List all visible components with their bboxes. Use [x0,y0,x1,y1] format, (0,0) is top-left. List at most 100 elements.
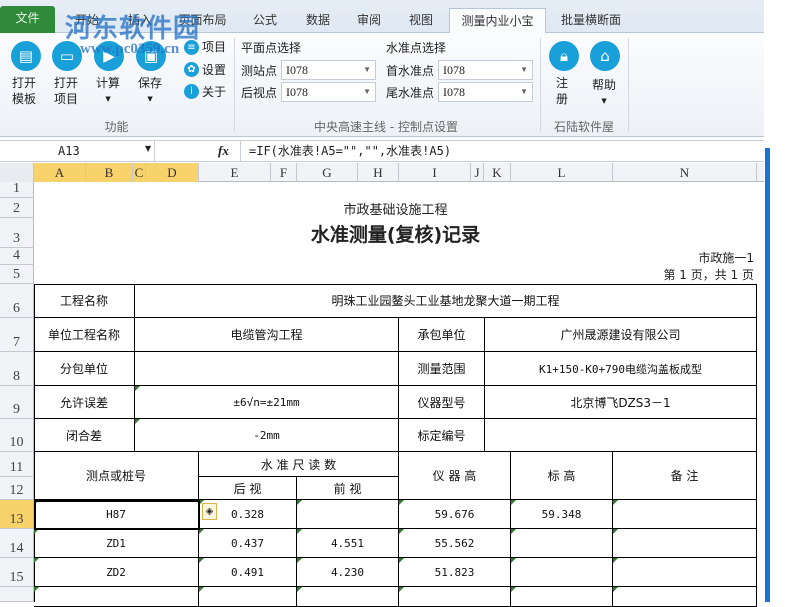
cell-remark[interactable] [613,500,757,529]
calibration-no-cell[interactable] [485,419,757,452]
closure-error-cell[interactable]: -2mm [135,419,399,452]
backsight-select[interactable]: I078 ▼ [281,82,376,102]
station-select[interactable]: I078 ▼ [281,60,376,80]
subcontractor-label[interactable]: 分包单位 [34,352,135,386]
instrument-model-cell[interactable]: 北京博飞DZS3－1 [485,386,757,419]
cell-elevation[interactable] [511,529,613,558]
column-header[interactable]: H [358,163,399,182]
cell-point[interactable]: ZD2 [34,558,199,587]
scrollbar[interactable] [765,148,770,602]
row-header[interactable]: 12 [0,477,34,500]
fx-button[interactable]: fx [218,143,229,159]
row-header[interactable]: 1 [0,181,34,198]
contractor-cell[interactable]: 广州晟源建设有限公司 [485,318,757,352]
cell-backsight[interactable]: 0.491 [199,558,297,587]
header-foresight[interactable]: 前 视 [297,477,399,500]
cell-foresight[interactable]: 4.230 [297,558,399,587]
unit-project-cell[interactable]: 电缆管沟工程 [135,318,399,352]
cell-remark[interactable] [613,529,757,558]
row-header[interactable]: 3 [0,218,34,248]
column-header[interactable]: A [34,163,86,182]
select-all-button[interactable] [0,163,34,182]
subcontractor-cell[interactable] [135,352,399,386]
project-name-cell[interactable]: 明珠工业园鳌头工业基地龙聚大道一期工程 [135,284,757,318]
settings-button[interactable]: 设置 [202,62,226,78]
cell-elevation[interactable]: 59.348 [511,500,613,529]
warning-icon[interactable]: ◈ [202,503,217,520]
row-header[interactable]: 5 [0,265,34,284]
cell[interactable] [199,587,297,607]
column-header[interactable]: I [399,163,471,182]
open-project-button[interactable]: 打开 项目 [54,75,78,107]
header-instrument-height[interactable]: 仪 器 高 [399,452,511,500]
column-header[interactable]: E [199,163,271,182]
column-header[interactable]: B [86,163,133,182]
row-header[interactable]: 9 [0,386,34,419]
header-elevation[interactable]: 标 高 [511,452,613,500]
column-header[interactable]: K [484,163,511,182]
chevron-down-icon[interactable]: ▼ [145,144,151,153]
column-header[interactable]: L [511,163,613,182]
cell-foresight[interactable] [297,500,399,529]
unit-project-label[interactable]: 单位工程名称 [34,318,135,352]
survey-range-label[interactable]: 测量范围 [399,352,485,386]
row-header[interactable]: 2 [0,198,34,218]
row-header[interactable]: 15 [0,558,34,587]
open-template-button[interactable]: 打开 模板 [12,75,36,107]
cell-remark[interactable] [613,558,757,587]
row-header[interactable]: 8 [0,352,34,386]
column-header[interactable]: F [271,163,297,182]
tab-formulas[interactable]: 公式 [240,8,290,33]
cell-point[interactable]: ZD1 [34,529,199,558]
contractor-label[interactable]: 承包单位 [399,318,485,352]
tab-survey-tool[interactable]: 测量内业小宝 [449,8,546,34]
column-header[interactable]: C [133,163,146,182]
tolerance-cell[interactable]: ±6√n=±21mm [135,386,399,419]
cell-elevation[interactable] [511,558,613,587]
row-header[interactable]: 7 [0,318,34,352]
calc-button[interactable]: 计算 ▼ [96,75,120,107]
row-header[interactable]: 13 [0,500,34,529]
row-header[interactable]: 6 [0,284,34,318]
cell[interactable] [399,587,511,607]
register-button[interactable]: 注册 [556,75,568,107]
header-staff-reading[interactable]: 水 准 尺 读 数 [199,452,399,477]
cell[interactable] [511,587,613,607]
cell-backsight[interactable]: 0.437 [199,529,297,558]
instrument-model-label[interactable]: 仪器型号 [399,386,485,419]
cell-instrument-height[interactable]: 59.676 [399,500,511,529]
column-header[interactable]: N [613,163,757,182]
row-header[interactable] [0,587,34,602]
project-name-label[interactable]: 工程名称 [34,284,135,318]
last-benchmark-select[interactable]: I078 ▼ [438,82,533,102]
closure-error-label[interactable]: 闭合差 [34,419,135,452]
cell[interactable] [613,587,757,607]
cell-instrument-height[interactable]: 51.823 [399,558,511,587]
cell-instrument-height[interactable]: 55.562 [399,529,511,558]
column-header[interactable]: G [297,163,358,182]
cell-foresight[interactable]: 4.551 [297,529,399,558]
project-button[interactable]: 项目 [202,39,226,55]
column-header[interactable]: J [471,163,484,182]
header-backsight[interactable]: 后 视 [199,477,297,500]
about-button[interactable]: 关于 [202,84,226,100]
help-button[interactable]: 帮助 ▼ [592,77,616,109]
header-point[interactable]: 测点或桩号 [34,452,199,500]
tab-view[interactable]: 视图 [396,8,446,33]
first-benchmark-select[interactable]: I078 ▼ [438,60,533,80]
cell[interactable] [297,587,399,607]
row-header[interactable]: 14 [0,529,34,558]
column-header[interactable]: D [146,163,199,182]
row-header[interactable]: 11 [0,452,34,477]
row-header[interactable]: 10 [0,419,34,452]
row-header[interactable]: 4 [0,248,34,265]
tolerance-label[interactable]: 允许误差 [34,386,135,419]
name-box[interactable]: A13 [0,141,155,161]
save-button[interactable]: 保存 ▼ [138,75,162,107]
survey-range-cell[interactable]: K1+150-K0+790电缆沟盖板成型 [485,352,757,386]
tab-review[interactable]: 审阅 [344,8,394,33]
formula-input[interactable]: =IF(水准表!A5="","",水准表!A5) [240,141,760,161]
tab-data[interactable]: 数据 [293,8,343,33]
calibration-no-label[interactable]: 标定编号 [399,419,485,452]
cell[interactable] [34,587,199,607]
